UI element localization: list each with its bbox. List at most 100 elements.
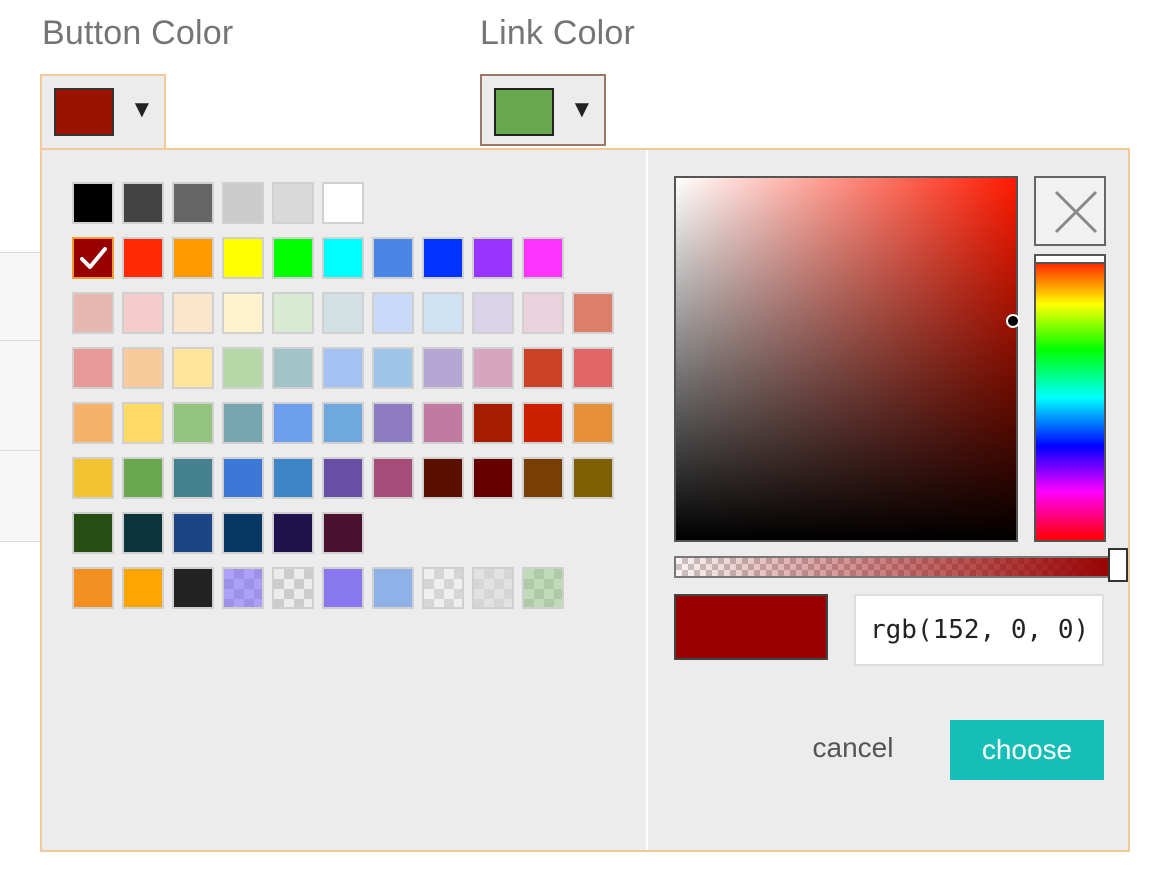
color-swatch[interactable] — [72, 402, 114, 444]
button-color-dropdown[interactable]: ▼ — [40, 74, 166, 150]
alpha-handle[interactable] — [1108, 548, 1128, 582]
color-swatch[interactable] — [472, 567, 514, 609]
color-swatch[interactable] — [472, 402, 514, 444]
color-swatch[interactable] — [422, 567, 464, 609]
color-swatch[interactable] — [172, 512, 214, 554]
color-swatch[interactable] — [122, 457, 164, 499]
color-swatch[interactable] — [322, 237, 364, 279]
color-picker-panel: cancel choose — [40, 148, 1130, 852]
color-swatch[interactable] — [472, 292, 514, 334]
color-swatch[interactable] — [272, 402, 314, 444]
color-swatch[interactable] — [472, 457, 514, 499]
cancel-button[interactable]: cancel — [798, 720, 908, 776]
color-swatch[interactable] — [322, 182, 364, 224]
color-swatch[interactable] — [72, 347, 114, 389]
color-swatch[interactable] — [472, 237, 514, 279]
color-swatch[interactable] — [522, 402, 564, 444]
color-value-input[interactable] — [854, 594, 1104, 666]
color-swatch[interactable] — [522, 457, 564, 499]
color-swatch[interactable] — [472, 347, 514, 389]
color-swatch[interactable] — [372, 402, 414, 444]
color-swatch[interactable] — [522, 237, 564, 279]
color-swatch[interactable] — [122, 347, 164, 389]
color-swatch[interactable] — [272, 347, 314, 389]
color-swatch[interactable] — [122, 512, 164, 554]
color-swatch[interactable] — [272, 457, 314, 499]
color-swatch[interactable] — [122, 237, 164, 279]
link-color-dropdown[interactable]: ▼ — [480, 74, 606, 146]
color-swatch[interactable] — [222, 182, 264, 224]
clear-color-button[interactable] — [1034, 176, 1106, 246]
color-swatch[interactable] — [72, 182, 114, 224]
color-swatch[interactable] — [322, 512, 364, 554]
color-swatch[interactable] — [272, 292, 314, 334]
color-swatch[interactable] — [522, 292, 564, 334]
color-swatch[interactable] — [122, 567, 164, 609]
button-color-label: Button Color — [42, 14, 234, 52]
triangle-down-icon: ▼ — [570, 96, 594, 123]
button-color-swatch — [54, 88, 114, 136]
color-swatch[interactable] — [222, 567, 264, 609]
saturation-handle[interactable] — [1006, 314, 1020, 328]
color-swatch[interactable] — [122, 402, 164, 444]
color-swatch[interactable] — [72, 512, 114, 554]
color-swatch[interactable] — [272, 182, 314, 224]
hue-slider[interactable] — [1034, 254, 1106, 542]
color-swatch[interactable] — [272, 237, 314, 279]
color-swatch[interactable] — [522, 347, 564, 389]
color-swatch[interactable] — [322, 402, 364, 444]
color-swatch[interactable] — [572, 292, 614, 334]
color-swatch[interactable] — [372, 457, 414, 499]
color-swatch[interactable] — [222, 457, 264, 499]
color-swatch[interactable] — [572, 347, 614, 389]
color-swatch[interactable] — [222, 292, 264, 334]
swatch-tint — [474, 569, 512, 607]
color-swatch[interactable] — [172, 457, 214, 499]
color-swatch[interactable] — [72, 292, 114, 334]
color-swatch[interactable] — [322, 292, 364, 334]
link-color-swatch — [494, 88, 554, 136]
color-swatch[interactable] — [422, 292, 464, 334]
color-swatch[interactable] — [322, 567, 364, 609]
color-swatch[interactable] — [422, 457, 464, 499]
color-swatch[interactable] — [372, 237, 414, 279]
color-swatch[interactable] — [222, 237, 264, 279]
background-row — [0, 252, 41, 342]
color-swatch[interactable] — [72, 567, 114, 609]
color-swatch[interactable] — [572, 402, 614, 444]
color-swatch[interactable] — [172, 567, 214, 609]
alpha-slider[interactable] — [674, 548, 1128, 582]
hue-handle[interactable] — [1034, 254, 1106, 264]
color-swatch[interactable] — [272, 567, 314, 609]
color-swatch[interactable] — [372, 292, 414, 334]
color-swatch[interactable] — [172, 237, 214, 279]
color-swatch[interactable] — [422, 237, 464, 279]
close-icon — [1054, 190, 1098, 234]
color-swatch[interactable] — [372, 347, 414, 389]
swatch-tint — [224, 569, 262, 607]
color-swatch[interactable] — [72, 457, 114, 499]
triangle-down-icon: ▼ — [130, 96, 154, 123]
color-swatch[interactable] — [122, 182, 164, 224]
color-swatch[interactable] — [372, 567, 414, 609]
color-swatch[interactable] — [172, 402, 214, 444]
color-swatch[interactable] — [172, 182, 214, 224]
checkmark-icon — [80, 247, 107, 269]
color-swatch[interactable] — [422, 402, 464, 444]
saturation-value-area[interactable] — [674, 176, 1020, 542]
color-swatch[interactable] — [272, 512, 314, 554]
color-swatch[interactable] — [322, 457, 364, 499]
color-swatch[interactable] — [222, 347, 264, 389]
color-swatch[interactable] — [122, 292, 164, 334]
color-swatch[interactable] — [322, 347, 364, 389]
choose-button[interactable]: choose — [950, 720, 1104, 780]
color-swatch[interactable] — [522, 567, 564, 609]
color-swatch[interactable] — [172, 347, 214, 389]
color-swatch[interactable] — [572, 457, 614, 499]
color-swatch[interactable] — [172, 292, 214, 334]
color-swatch[interactable] — [422, 347, 464, 389]
color-swatch-selected[interactable] — [72, 237, 114, 279]
color-swatch[interactable] — [222, 402, 264, 444]
background-row — [0, 450, 41, 542]
color-swatch[interactable] — [222, 512, 264, 554]
